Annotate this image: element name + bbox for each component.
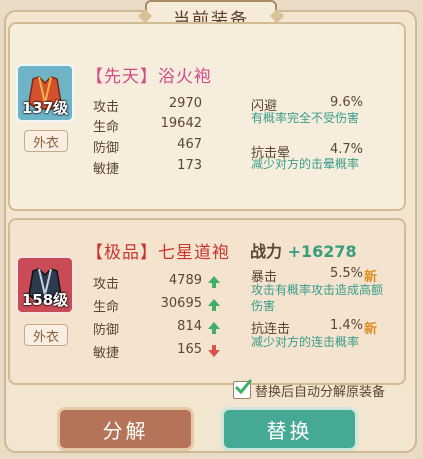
auto-decompose-checkbox[interactable] bbox=[233, 379, 252, 399]
decompose-button[interactable]: 分解 bbox=[57, 407, 194, 451]
stat-label: 攻击 bbox=[93, 100, 120, 115]
stat-label: 生命 bbox=[93, 300, 120, 315]
current-item-level: 137级 bbox=[21, 99, 69, 117]
current-item-icon[interactable]: 137级 bbox=[16, 64, 74, 122]
special-desc: 减少对方的连击概率 bbox=[251, 335, 360, 349]
special-value: 9.6% bbox=[330, 95, 364, 110]
arrow-down-icon bbox=[208, 345, 220, 357]
replace-button[interactable]: 替换 bbox=[221, 407, 358, 451]
special-desc: 伤害 bbox=[251, 299, 276, 313]
stat-value: 4789 bbox=[168, 273, 202, 288]
stat-value: 165 bbox=[177, 342, 202, 357]
stat-value: 19642 bbox=[160, 116, 202, 131]
stat-value: 814 bbox=[177, 319, 202, 334]
stat-value: 2970 bbox=[168, 96, 202, 111]
auto-decompose-label: 替换后自动分解原装备 bbox=[255, 385, 386, 400]
stat-label: 生命 bbox=[93, 120, 120, 135]
checkmark-icon bbox=[234, 379, 252, 395]
special-desc: 减少对方的击晕概率 bbox=[251, 157, 360, 171]
special-desc: 有概率完全不受伤害 bbox=[251, 111, 360, 125]
new-badge: 新 bbox=[364, 322, 378, 337]
arrow-up-icon bbox=[208, 322, 220, 334]
stat-value: 467 bbox=[177, 137, 202, 152]
arrow-up-icon bbox=[208, 299, 220, 311]
stat-label: 防御 bbox=[93, 141, 120, 156]
special-value: 4.7% bbox=[330, 142, 364, 157]
combat-power-label: 战力 bbox=[250, 242, 283, 261]
current-item-name: 【先天】浴火袍 bbox=[86, 67, 212, 87]
arrow-up-icon bbox=[208, 276, 220, 288]
new-item-level: 158级 bbox=[21, 291, 69, 309]
stat-label: 攻击 bbox=[93, 277, 120, 292]
new-item-icon[interactable]: 158级 bbox=[16, 256, 74, 314]
new-item-name: 【极品】七星道袍 bbox=[86, 243, 230, 263]
stat-value: 173 bbox=[177, 158, 202, 173]
stat-label: 敏捷 bbox=[93, 162, 120, 177]
new-item-tag: 外衣 bbox=[24, 324, 68, 346]
combat-power-value: +16278 bbox=[287, 242, 357, 261]
current-item-tag: 外衣 bbox=[24, 130, 68, 152]
special-value: 1.4% bbox=[330, 318, 364, 333]
special-desc: 攻击有概率攻击造成高额 bbox=[251, 283, 384, 297]
stat-label: 敏捷 bbox=[93, 346, 120, 361]
stat-label: 防御 bbox=[93, 323, 120, 338]
stat-value: 30695 bbox=[160, 296, 202, 311]
combat-power: 战力 +16278 bbox=[250, 238, 357, 262]
special-value: 5.5% bbox=[330, 266, 364, 281]
